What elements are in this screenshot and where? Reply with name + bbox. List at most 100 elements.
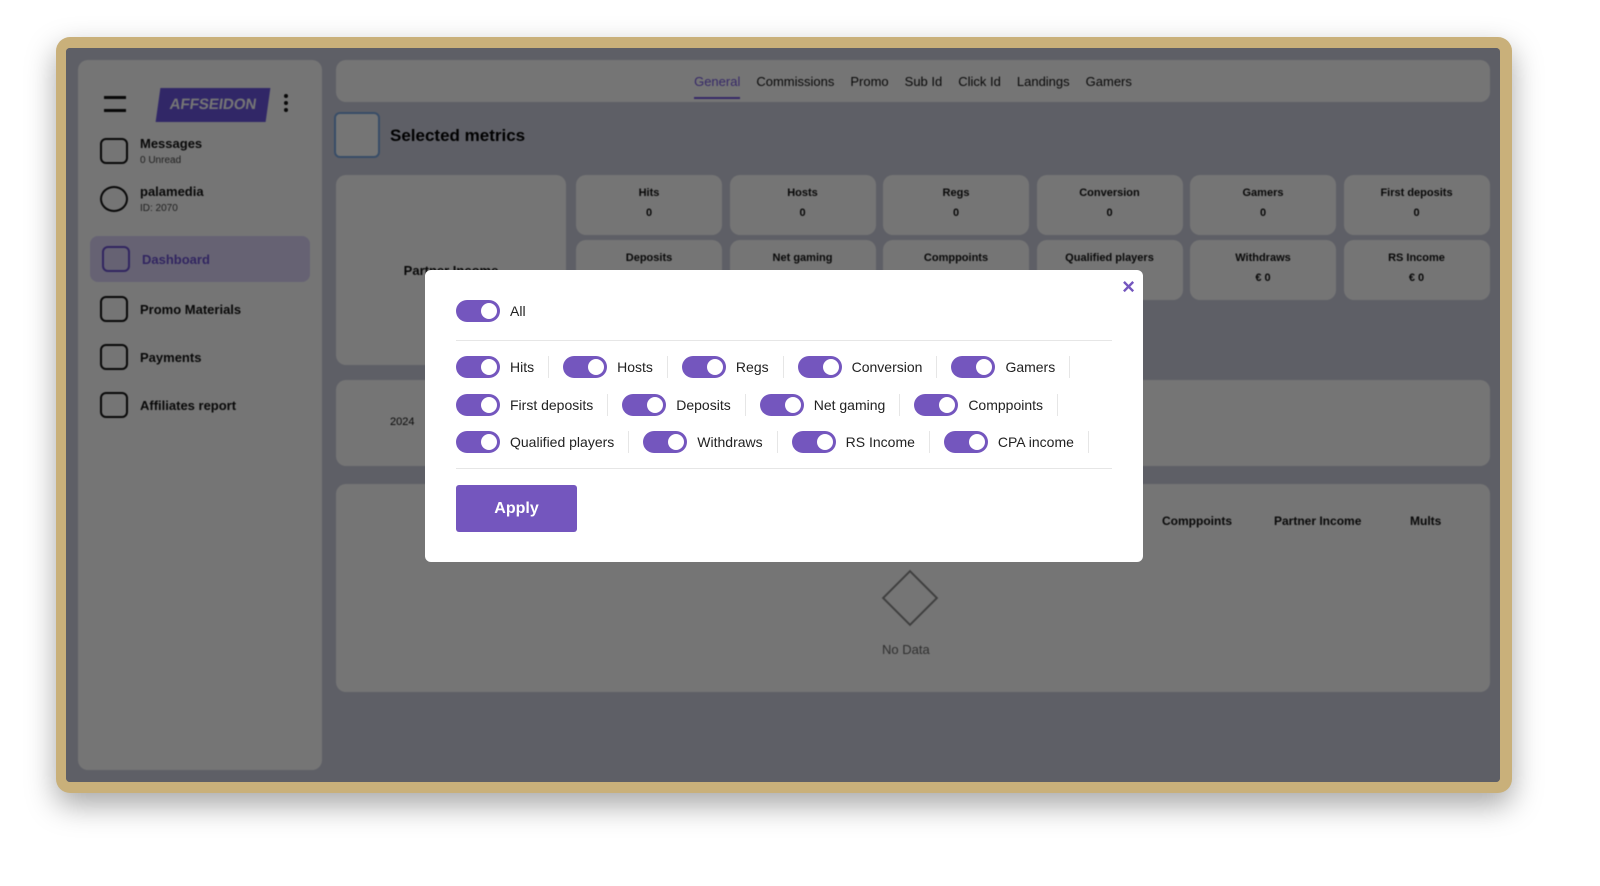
divider bbox=[456, 468, 1112, 469]
toggle-label: Qualified players bbox=[510, 434, 615, 450]
toggle-switch[interactable] bbox=[791, 431, 836, 453]
toggle-switch[interactable] bbox=[456, 356, 500, 378]
home-icon bbox=[102, 246, 130, 272]
label: Promo Materials bbox=[140, 301, 242, 317]
toggle-withdraws[interactable]: Withdraws bbox=[643, 431, 778, 453]
user-id: ID: 2070 bbox=[140, 203, 178, 214]
toggle-switch[interactable] bbox=[914, 393, 959, 416]
no-data-text: No Data bbox=[882, 642, 930, 657]
empty-box-icon bbox=[881, 569, 939, 627]
toggle-switch[interactable] bbox=[563, 356, 608, 378]
toggle-label: All bbox=[510, 303, 526, 319]
toggle-label: Gamers bbox=[1005, 359, 1056, 375]
toggle-gamers[interactable]: Gamers bbox=[951, 356, 1071, 378]
sidebar-item-payments[interactable]: Payments bbox=[100, 344, 201, 370]
close-icon[interactable]: × bbox=[1122, 274, 1135, 300]
settings-button[interactable] bbox=[334, 112, 380, 158]
metric-label: Hits bbox=[638, 187, 660, 199]
tab-sub-id[interactable]: Sub Id bbox=[905, 74, 943, 89]
metrics-modal: × All Hits Hosts Regs Conversion Gamers First… bbox=[425, 270, 1143, 562]
sidebar-item-messages[interactable]: Messages 0 Unread bbox=[100, 136, 202, 166]
toggle-switch[interactable] bbox=[759, 393, 804, 416]
logo: AFFSEIDON bbox=[155, 88, 271, 122]
megaphone-icon bbox=[100, 296, 128, 322]
toggle-hosts[interactable]: Hosts bbox=[563, 356, 668, 378]
tab-general[interactable]: General bbox=[694, 74, 741, 99]
menu-icon[interactable] bbox=[104, 96, 126, 112]
toggle-label: Hosts bbox=[617, 359, 653, 375]
metric-label: Conversion bbox=[1079, 187, 1140, 199]
label: Payments bbox=[140, 349, 202, 365]
sidebar-item-promo[interactable]: Promo Materials bbox=[100, 296, 241, 322]
metric-label: Net gaming bbox=[772, 252, 833, 264]
toggle-label: Regs bbox=[735, 359, 769, 375]
toggle-switch[interactable] bbox=[456, 300, 500, 322]
sidebar-item-profile[interactable]: palamedia ID: 2070 bbox=[100, 184, 204, 214]
tab-commissions[interactable]: Commissions bbox=[756, 74, 834, 89]
metric-value: 0 bbox=[1106, 207, 1113, 219]
label: palamedia bbox=[140, 184, 204, 199]
toggle-switch[interactable] bbox=[951, 356, 996, 378]
toggle-switch[interactable] bbox=[456, 431, 500, 453]
toggle-label: Conversion bbox=[851, 359, 923, 375]
sidebar-item-affiliates[interactable]: Affiliates report bbox=[100, 392, 236, 418]
sidebar-item-dashboard[interactable]: Dashboard bbox=[90, 236, 310, 282]
date-range[interactable]: 2024 bbox=[390, 416, 414, 428]
metric-card: Conversion 0 bbox=[1036, 175, 1183, 235]
metric-label: First deposits bbox=[1380, 187, 1453, 199]
label: Dashboard bbox=[142, 251, 210, 267]
toggle-label: Hits bbox=[510, 359, 535, 375]
metric-label: Qualified players bbox=[1065, 252, 1154, 264]
toggle-switch[interactable] bbox=[643, 431, 688, 453]
tab-click-id[interactable]: Click Id bbox=[958, 74, 1001, 89]
toggle-switch[interactable] bbox=[943, 431, 988, 453]
column-header: Mults bbox=[1410, 514, 1442, 528]
metric-card: Withdraws € 0 bbox=[1190, 240, 1336, 300]
wallet-icon bbox=[100, 344, 128, 370]
label: Messages bbox=[140, 136, 203, 151]
unread-count: 0 Unread bbox=[140, 155, 182, 166]
sidebar: AFFSEIDON Messages 0 Unread palamedia ID: … bbox=[78, 60, 322, 770]
metric-card: First deposits 0 bbox=[1343, 175, 1490, 235]
toggle-all[interactable]: All bbox=[456, 300, 540, 322]
tab-gamers[interactable]: Gamers bbox=[1086, 74, 1132, 89]
toggle-conversion[interactable]: Conversion bbox=[797, 356, 938, 378]
toggle-cpa-income[interactable]: CPA income bbox=[943, 431, 1089, 453]
metric-label: Comppoints bbox=[923, 252, 989, 264]
toggle-qualified-players[interactable]: Qualified players bbox=[456, 431, 630, 453]
metric-label: Gamers bbox=[1242, 187, 1284, 199]
toggle-comppoints[interactable]: Comppoints bbox=[914, 393, 1059, 416]
toggle-switch[interactable] bbox=[681, 356, 726, 378]
column-header: Partner Income bbox=[1274, 514, 1362, 528]
metric-label: Withdraws bbox=[1235, 252, 1291, 264]
toggle-switch[interactable] bbox=[797, 356, 842, 378]
tab-promo[interactable]: Promo bbox=[850, 74, 888, 89]
apply-button[interactable]: Apply bbox=[456, 485, 577, 532]
metric-value: € 0 bbox=[1255, 272, 1271, 284]
selected-metrics-title: Selected metrics bbox=[390, 126, 526, 145]
toggle-rs-income[interactable]: RS Income bbox=[791, 431, 930, 453]
toggle-switch[interactable] bbox=[622, 393, 667, 416]
toggle-label: CPA income bbox=[997, 434, 1074, 450]
more-icon[interactable] bbox=[284, 94, 288, 112]
tab-landings[interactable]: Landings bbox=[1017, 74, 1070, 89]
toggle-label: RS Income bbox=[845, 434, 915, 450]
metric-value: 0 bbox=[799, 207, 806, 219]
toggle-switch[interactable] bbox=[456, 393, 500, 416]
toggle-regs[interactable]: Regs bbox=[681, 356, 784, 378]
metric-label: Regs bbox=[942, 187, 970, 199]
users-icon bbox=[100, 392, 128, 418]
metric-value: 0 bbox=[952, 207, 960, 219]
toggle-deposits[interactable]: Deposits bbox=[622, 393, 746, 416]
metric-value: 0 bbox=[1413, 207, 1420, 219]
metric-card: Gamers 0 bbox=[1190, 175, 1336, 235]
toggle-label: First deposits bbox=[510, 396, 594, 413]
toggle-hits[interactable]: Hits bbox=[456, 356, 550, 378]
mail-icon bbox=[100, 138, 128, 164]
metric-card: Regs 0 bbox=[883, 175, 1029, 235]
column-header: Comppoints bbox=[1162, 514, 1232, 528]
metric-value: € 0 bbox=[1408, 272, 1425, 284]
toggle-label: Withdraws bbox=[697, 434, 763, 450]
toggle-first-deposits[interactable]: First deposits bbox=[456, 393, 609, 416]
toggle-net-gaming[interactable]: Net gaming bbox=[759, 393, 901, 416]
